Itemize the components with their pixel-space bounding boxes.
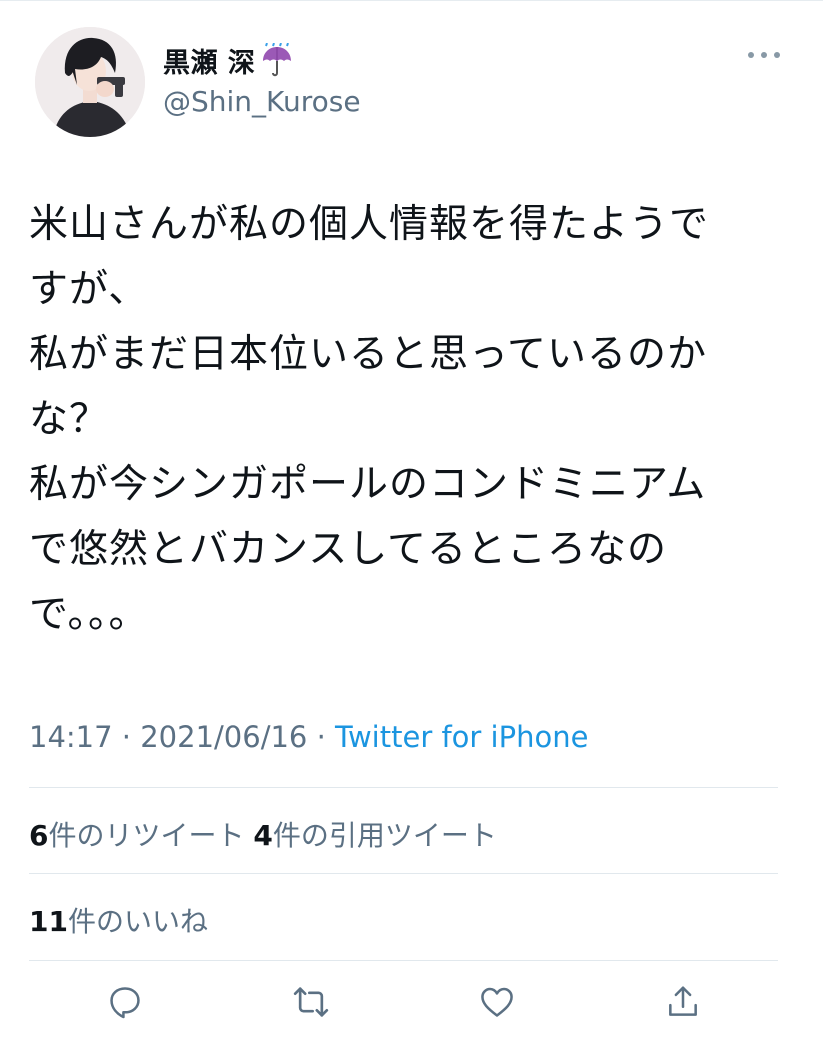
- name-row: 黒瀬 深: [163, 41, 295, 80]
- tweet-text: 米山さんが私の個人情報を得たようで すが、 私がまだ日本位いると思っているのか …: [29, 192, 789, 647]
- quotes-label: 件の引用ツイート: [272, 819, 497, 852]
- action-bar: [29, 978, 778, 1034]
- retweets-stat[interactable]: 6件のリツイート: [29, 819, 245, 852]
- tweet-meta: 14:17 · 2021/06/16 · Twitter for iPhone: [29, 720, 588, 754]
- tweet-text-line: すが、: [29, 267, 149, 312]
- tweet-text-line: で悠然とバカンスしてるところなの: [29, 527, 668, 572]
- tweet-text-line: 米山さんが私の個人情報を得たようで: [29, 202, 710, 247]
- display-name[interactable]: 黒瀬 深: [163, 41, 255, 80]
- umbrella-with-rain-icon: [259, 42, 295, 79]
- more-dot: [748, 52, 754, 58]
- avatar[interactable]: [35, 27, 145, 137]
- divider: [29, 960, 778, 961]
- tweet-text-line: 私が今シンガポールのコンドミニアム: [29, 462, 707, 507]
- tweet-text-line: な？: [29, 397, 110, 442]
- quotes-count: 4: [253, 819, 273, 852]
- tweet-text-line: 私がまだ日本位いると思っているのか: [29, 332, 708, 377]
- retweets-label: 件のリツイート: [48, 819, 245, 852]
- like-icon[interactable]: [473, 978, 521, 1026]
- more-dot: [761, 52, 767, 58]
- divider: [29, 787, 778, 788]
- top-divider: [0, 0, 823, 1]
- meta-separator: ·: [112, 720, 141, 754]
- likes-stat[interactable]: 11件のいいね: [29, 900, 208, 940]
- user-handle[interactable]: @Shin_Kurose: [163, 85, 361, 118]
- tweet-date: 2021/06/16: [140, 720, 308, 754]
- likes-count: 11: [29, 905, 68, 938]
- divider: [29, 873, 778, 874]
- reply-icon[interactable]: [101, 978, 149, 1026]
- meta-separator: ·: [307, 720, 336, 754]
- more-options-icon[interactable]: [748, 45, 780, 65]
- share-icon[interactable]: [659, 978, 707, 1026]
- tweet-text-line: で。。。: [29, 592, 149, 637]
- retweet-quote-stats: 6件のリツイート 4件の引用ツイート: [29, 814, 497, 854]
- retweets-count: 6: [29, 819, 49, 852]
- likes-label: 件のいいね: [67, 905, 208, 938]
- tweet-header: 黒瀬 深 @Shin_Kurose: [35, 27, 795, 137]
- more-dot: [774, 52, 780, 58]
- quotes-stat[interactable]: 4件の引用ツイート: [253, 819, 497, 852]
- tweet-source-link[interactable]: Twitter for iPhone: [335, 720, 588, 754]
- retweet-icon[interactable]: [287, 978, 335, 1026]
- tweet-time: 14:17: [29, 720, 113, 754]
